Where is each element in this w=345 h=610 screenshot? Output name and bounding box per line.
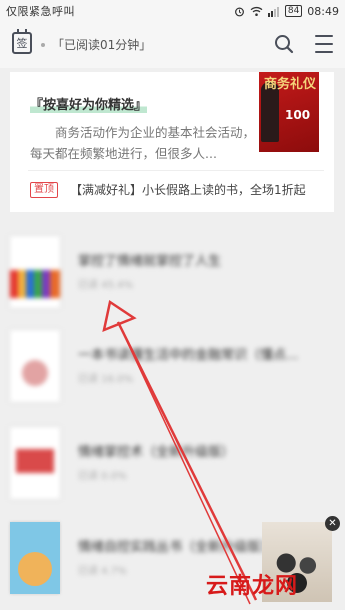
top-bar: 签 「已阅读01分钟」	[0, 22, 345, 68]
status-bar: 仅限紧急呼叫 84 08:49	[0, 0, 345, 22]
recommendation-title-text: 『按喜好为你精选』	[30, 98, 148, 113]
reading-time[interactable]: 「已阅读01分钟」	[52, 36, 151, 53]
book-progress: 已读 45.4%	[78, 280, 133, 291]
carrier-status: 仅限紧急呼叫	[6, 5, 75, 18]
recommended-book-cover[interactable]: 商务礼仪 100	[259, 72, 319, 152]
menu-line	[315, 51, 333, 53]
pinned-badge: 置顶	[30, 182, 58, 198]
book-title: 一本书读懂生活中的金融常识（懂点...	[78, 348, 299, 363]
book-cover	[10, 522, 60, 594]
promo-link[interactable]: 【满减好礼】小长假路上读的书，全场1折起	[70, 181, 306, 198]
menu-icon[interactable]	[315, 35, 333, 53]
menu-line	[315, 43, 333, 45]
status-icons: 84 08:49	[234, 5, 339, 18]
clock: 08:49	[307, 4, 339, 18]
book-item[interactable]: 一本书读懂生活中的金融常识（懂点... 已读 16.0%	[10, 330, 334, 410]
cover-title-text: 商务礼仪	[263, 77, 316, 92]
battery-icon: 84	[284, 5, 303, 17]
book-progress: 已读 16.0%	[78, 374, 133, 385]
search-icon[interactable]	[274, 34, 294, 54]
book-title: 情绪掌控术（全新升级版）	[78, 445, 235, 460]
sign-in-label: 签	[16, 37, 28, 50]
recommendation-description: 商务活动作为企业的基本社会活动，每天都在频繁地进行，但很多人...	[30, 125, 256, 161]
recommendation-title: 『按喜好为你精选』	[30, 94, 148, 113]
book-cover	[10, 427, 60, 499]
cover-number: 100	[285, 108, 311, 122]
book-item[interactable]: 情绪掌控术（全新升级版） 已读 0.0%	[10, 427, 334, 507]
alarm-icon	[234, 7, 244, 16]
divider	[28, 170, 324, 171]
recommendation-card[interactable]: 『按喜好为你精选』 商务活动作为企业的基本社会活动，每天都在频繁地进行，但很多人…	[10, 72, 334, 212]
book-cover	[10, 330, 60, 402]
watermark-text: 云南龙网	[206, 574, 299, 599]
close-icon[interactable]: ✕	[325, 516, 340, 531]
book-cover	[10, 236, 60, 308]
wifi-icon	[250, 6, 263, 16]
cover-title: 商务礼仪	[264, 78, 316, 92]
separator-dot	[41, 43, 45, 47]
book-item[interactable]: 掌控了情绪就掌控了人生 已读 45.4%	[10, 236, 334, 316]
sign-in-button[interactable]: 签	[12, 29, 32, 54]
book-title: 掌控了情绪就掌控了人生	[78, 254, 222, 269]
signal-icon	[267, 6, 279, 17]
book-progress: 已读 0.0%	[78, 471, 127, 482]
book-progress: 已读 4.7%	[78, 566, 127, 577]
menu-line	[315, 35, 333, 37]
book-title: 情绪自控实践丛书（全新升级版）册	[78, 540, 287, 555]
